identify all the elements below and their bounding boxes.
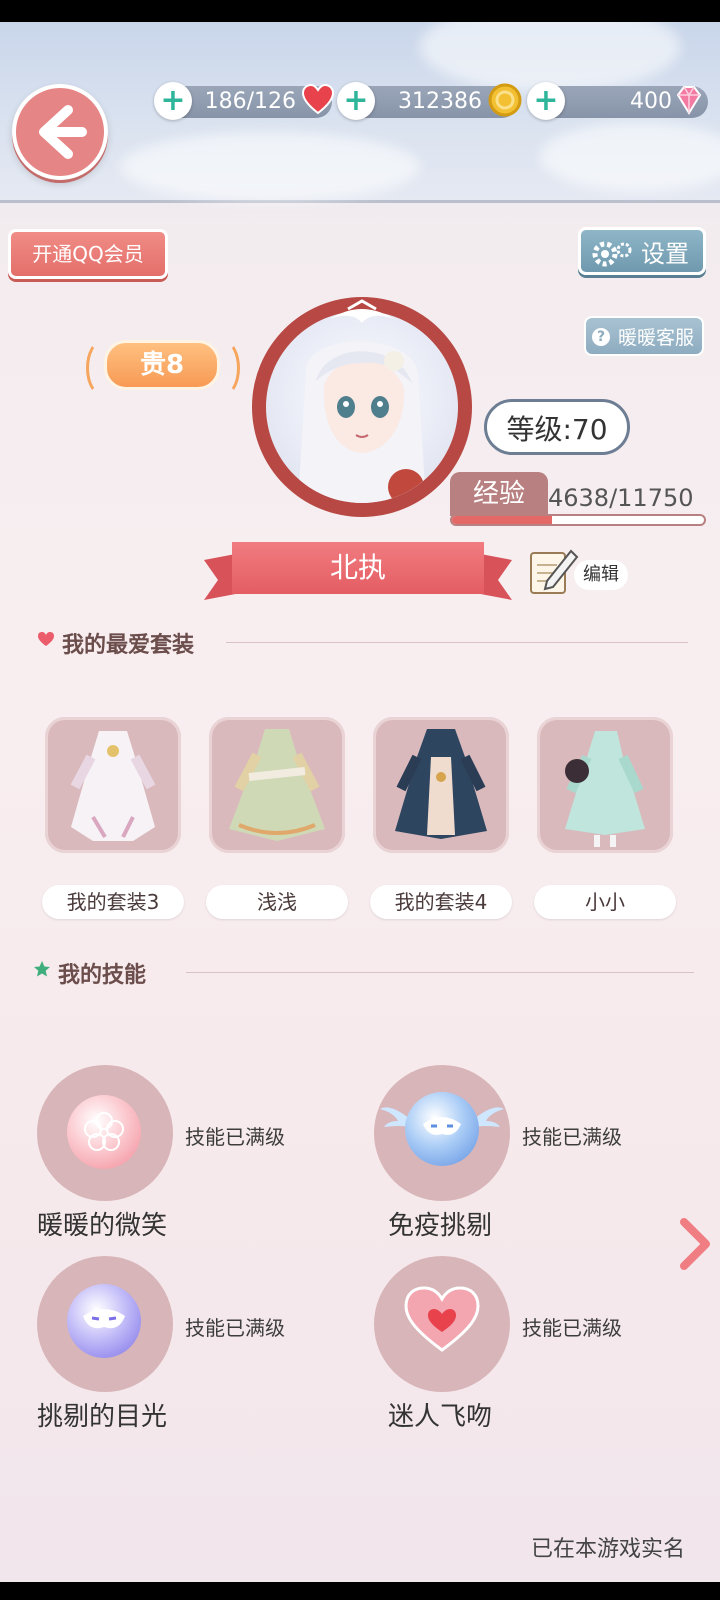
outfit-thumbnail [70,731,156,841]
profile-screen: 186/126 + 312386 + 400 + 开通QQ会员 设置 ? 暖暖客… [0,22,720,1582]
add-gold-button[interactable]: + [337,82,375,120]
section-divider [226,642,688,643]
diamond-value: 400 [630,89,672,114]
vip-badge[interactable]: 贵8 [104,340,220,390]
settings-button[interactable]: 设置 [578,227,706,275]
vip-label: 贵8 [139,350,185,380]
chevron-right-icon[interactable] [678,1218,712,1270]
outfit-card-1[interactable] [45,717,181,853]
skill-slot-1[interactable] [37,1065,173,1201]
diamond-icon [676,86,702,115]
mask-icon [67,1284,141,1358]
help-icon: ? [592,328,610,346]
section-divider [186,972,694,973]
skills-title: 我的技能 [58,963,147,988]
outfit-card-3[interactable] [373,717,509,853]
heart-icon [301,83,335,115]
star-icon [34,961,50,977]
outfit-card-4[interactable] [537,717,673,853]
favorites-title: 我的最爱套装 [62,633,195,658]
edit-button[interactable]: 编辑 [574,560,628,590]
skill-name-4: 迷人飞吻 [388,1402,493,1432]
skill-name-1: 暖暖的微笑 [37,1211,168,1241]
settings-label: 设置 [641,240,689,268]
avatar-frame-ornament [330,299,394,323]
skill-slot-4[interactable] [374,1256,510,1392]
skill-status-2: 技能已满级 [522,1125,622,1149]
level-label: 等级:70 [506,413,608,446]
skill-slot-3[interactable] [37,1256,173,1392]
add-diamond-button[interactable]: + [527,82,565,120]
player-name: 北执 [329,551,386,584]
skill-status-1: 技能已满级 [185,1125,285,1149]
skill-name-2: 免疫挑剔 [388,1211,493,1241]
player-name-ribbon: 北执 [232,542,484,594]
back-button[interactable] [12,84,108,180]
outfit-thumbnail [395,729,487,839]
skill-slot-2[interactable] [374,1065,510,1201]
stamina-value: 186/126 [204,89,296,114]
gold-value: 312386 [398,89,482,114]
exp-tag: 经验 [450,472,548,516]
exp-label: 经验 [472,479,525,509]
outfit-label-4: 小小 [534,885,676,919]
outfit-label-3: 我的套装4 [370,885,512,919]
exp-progress-bar [450,514,706,526]
winged-mask-icon [405,1092,479,1166]
gear-icon [592,241,632,267]
exp-progress-fill [452,516,552,524]
qq-member-button[interactable]: 开通QQ会员 [8,229,168,279]
cloud-decoration [120,132,420,202]
heart-icon [404,1286,480,1352]
skill-status-3: 技能已满级 [185,1316,285,1340]
outfit-thumbnail [229,729,325,841]
customer-service-button[interactable]: ? 暖暖客服 [584,316,704,356]
back-arrow-icon [39,105,87,159]
outfit-label-2: 浅浅 [206,885,348,919]
level-badge: 等级:70 [484,399,630,455]
gold-coin-icon [488,83,522,117]
add-stamina-button[interactable]: + [154,82,192,120]
outfit-thumbnail [565,731,645,847]
customer-service-label: 暖暖客服 [617,327,694,349]
cloud-decoration [540,122,720,192]
outfit-card-2[interactable] [209,717,345,853]
exp-value: 4638/11750 [548,484,694,512]
notepad-pencil-icon[interactable] [527,545,579,597]
qq-member-label: 开通QQ会员 [32,242,144,266]
skill-name-3: 挑剔的目光 [37,1402,168,1432]
heart-icon [38,632,54,646]
skill-status-4: 技能已满级 [522,1316,622,1340]
outfit-label-1: 我的套装3 [42,885,184,919]
edit-label: 编辑 [583,564,619,585]
flower-icon [67,1095,141,1169]
real-name-notice: 已在本游戏实名 [531,1537,686,1562]
